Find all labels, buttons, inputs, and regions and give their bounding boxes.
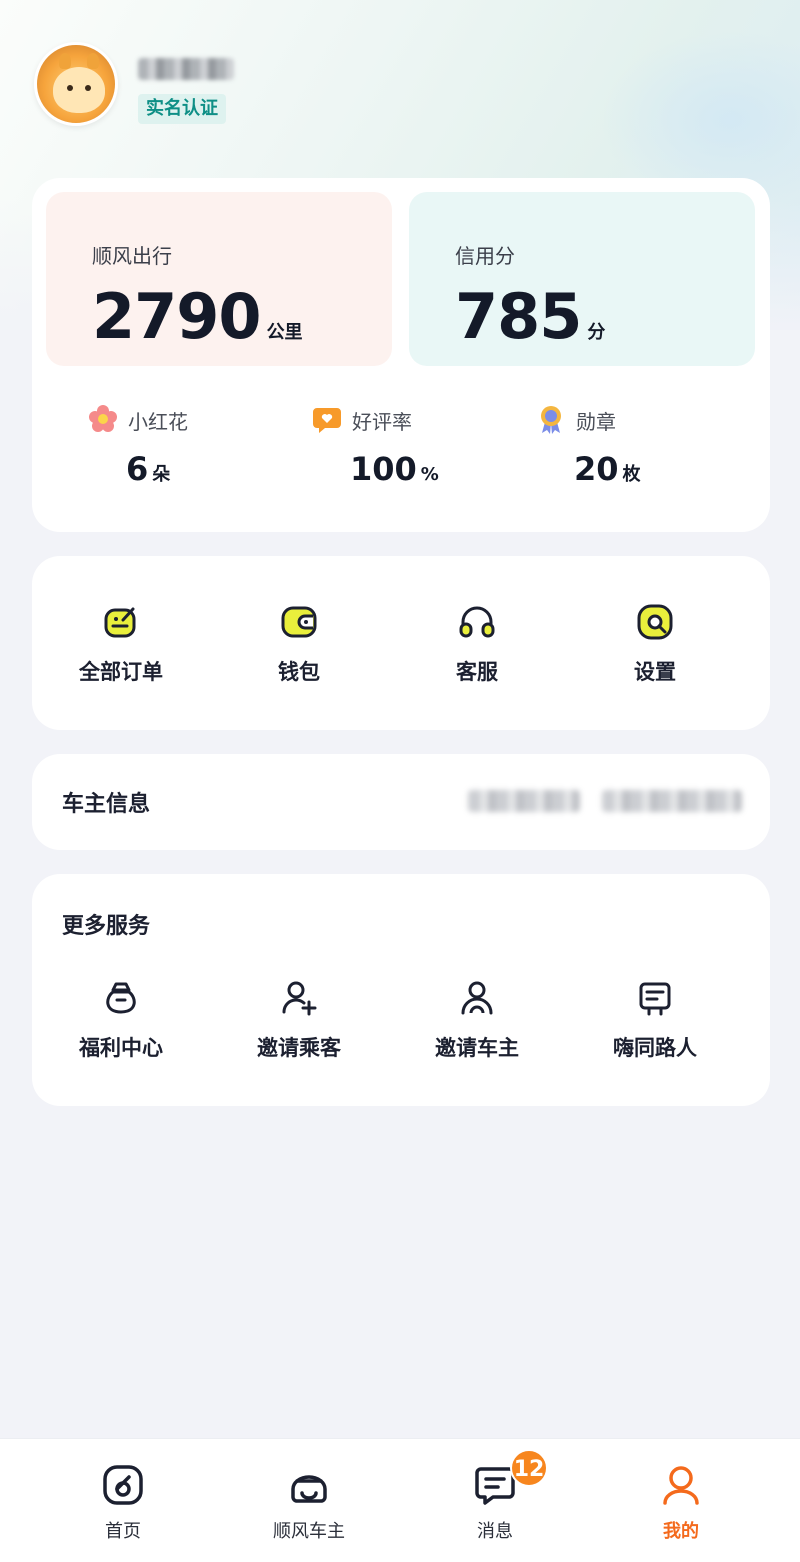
action-label: 全部订单 bbox=[79, 660, 163, 684]
tab-label: 首页 bbox=[105, 1521, 141, 1542]
heart-bubble-icon bbox=[313, 408, 341, 433]
username-blurred[interactable] bbox=[138, 58, 234, 80]
home-icon bbox=[103, 1465, 143, 1505]
flowers-number: 6 bbox=[126, 450, 149, 488]
flowers-label: 小红花 bbox=[128, 410, 188, 434]
tab-mine[interactable]: 我的 bbox=[588, 1439, 774, 1562]
trip-distance-value: 2790 公里 bbox=[92, 280, 303, 353]
tab-home[interactable]: 首页 bbox=[30, 1439, 216, 1562]
rating-number: 100 bbox=[350, 450, 417, 488]
owner-info-blurred-2 bbox=[602, 790, 742, 812]
flower-icon bbox=[89, 405, 117, 432]
medals-unit: 枚 bbox=[622, 464, 641, 485]
trip-distance-label: 顺风出行 bbox=[92, 244, 172, 268]
tab-rideshare-driver[interactable]: 顺风车主 bbox=[216, 1439, 402, 1562]
mini-stat-medals[interactable]: 勋章 20 枚 bbox=[536, 400, 736, 490]
action-label: 客服 bbox=[456, 660, 498, 684]
tab-messages[interactable]: 12 消息 bbox=[402, 1439, 588, 1562]
wallet-icon bbox=[281, 606, 317, 638]
service-label: 嗨同路人 bbox=[613, 1036, 697, 1060]
action-label: 钱包 bbox=[278, 660, 320, 684]
more-services-title: 更多服务 bbox=[62, 914, 151, 939]
avatar-eye-right bbox=[85, 85, 91, 91]
action-label: 设置 bbox=[634, 660, 676, 684]
unread-badge: 12 bbox=[510, 1449, 548, 1487]
owner-info-blurred-1 bbox=[468, 790, 580, 812]
service-label: 福利中心 bbox=[79, 1036, 163, 1060]
avatar-horn-left bbox=[59, 53, 71, 69]
flowers-value: 6朵 bbox=[126, 450, 170, 488]
verify-badge[interactable]: 实名认证 bbox=[138, 94, 226, 124]
action-settings[interactable]: 设置 bbox=[566, 602, 744, 686]
headset-icon bbox=[459, 606, 495, 638]
credit-score-label: 信用分 bbox=[455, 244, 515, 268]
quick-actions-card: 全部订单 钱包 客服 设置 bbox=[32, 556, 770, 730]
mini-stat-flowers[interactable]: 小红花 6朵 bbox=[88, 400, 288, 490]
action-wallet[interactable]: 钱包 bbox=[210, 602, 388, 686]
service-fellow-traveler[interactable]: 嗨同路人 bbox=[566, 978, 744, 1062]
profile-header: 实名认证 bbox=[34, 42, 334, 132]
avatar-face bbox=[53, 67, 105, 113]
more-services-card: 更多服务 福利中心 邀请乘客 邀请车主 嗨同路人 bbox=[32, 874, 770, 1106]
medals-value: 20 枚 bbox=[574, 450, 641, 488]
trip-distance-number: 2790 bbox=[92, 280, 262, 353]
car-icon bbox=[291, 1475, 327, 1503]
service-welfare-center[interactable]: 福利中心 bbox=[32, 978, 210, 1062]
tab-label: 顺风车主 bbox=[273, 1521, 345, 1542]
person-icon bbox=[663, 1466, 699, 1505]
rating-label: 好评率 bbox=[352, 410, 412, 434]
owner-info-title: 车主信息 bbox=[62, 792, 151, 817]
service-label: 邀请乘客 bbox=[257, 1036, 341, 1060]
rating-unit: % bbox=[420, 464, 439, 485]
owner-info-card[interactable]: 车主信息 bbox=[32, 754, 770, 850]
credit-score-value: 785 分 bbox=[455, 280, 605, 353]
medals-label: 勋章 bbox=[576, 410, 616, 434]
trip-distance-box[interactable]: 顺风出行 2790 公里 bbox=[46, 192, 392, 366]
avatar[interactable] bbox=[34, 42, 118, 126]
medals-number: 20 bbox=[574, 450, 619, 488]
action-customer-service[interactable]: 客服 bbox=[388, 602, 566, 686]
service-invite-passenger[interactable]: 邀请乘客 bbox=[210, 978, 388, 1062]
tab-label: 消息 bbox=[477, 1521, 513, 1542]
credit-score-number: 785 bbox=[455, 280, 582, 353]
chat-board-icon bbox=[639, 982, 671, 1016]
medal-icon bbox=[541, 406, 561, 434]
mini-stat-rating[interactable]: 好评率 100% bbox=[312, 400, 512, 490]
settings-icon bbox=[637, 604, 673, 640]
orders-icon bbox=[104, 607, 136, 638]
bottom-tab-bar: 首页 顺风车主 12 消息 我的 bbox=[0, 1438, 800, 1562]
service-label: 邀请车主 bbox=[435, 1036, 519, 1060]
service-invite-driver[interactable]: 邀请车主 bbox=[388, 978, 566, 1062]
avatar-eye-left bbox=[67, 85, 73, 91]
avatar-horn-right bbox=[87, 53, 99, 69]
credit-score-box[interactable]: 信用分 785 分 bbox=[409, 192, 755, 366]
credit-score-unit: 分 bbox=[587, 322, 606, 343]
action-all-orders[interactable]: 全部订单 bbox=[32, 602, 210, 686]
invite-passenger-icon bbox=[282, 981, 317, 1016]
gift-bag-icon bbox=[106, 982, 136, 1014]
rating-value: 100% bbox=[350, 450, 439, 488]
stats-card: 顺风出行 2790 公里 信用分 785 分 小红花 6朵 好评率 100% 勋章 … bbox=[32, 178, 770, 532]
flowers-unit: 朵 bbox=[152, 464, 171, 485]
invite-driver-icon bbox=[461, 981, 493, 1015]
trip-distance-unit: 公里 bbox=[266, 322, 303, 343]
tab-label: 我的 bbox=[663, 1521, 699, 1542]
